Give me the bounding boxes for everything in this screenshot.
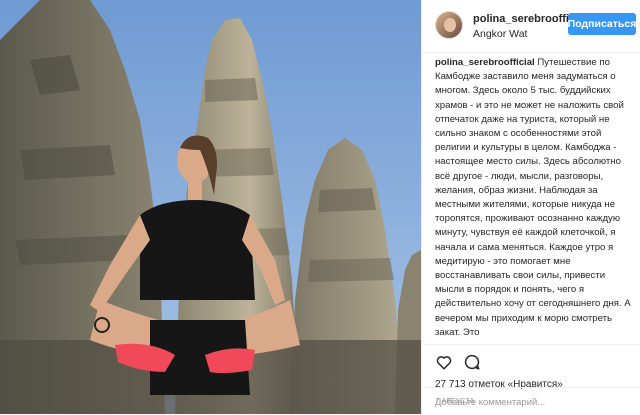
heart-icon[interactable] <box>435 353 453 371</box>
temple-photo-image <box>0 0 421 414</box>
post-caption: polina_serebroofficial Путешествие по Ка… <box>435 56 635 344</box>
comment-input[interactable] <box>435 394 625 410</box>
caption-text: Путешествие по Камбодже заставило меня з… <box>435 57 631 338</box>
comment-box <box>422 387 640 415</box>
location-link[interactable]: Angkor Wat <box>473 28 527 40</box>
caption-username-link[interactable]: polina_serebroofficial <box>435 57 535 68</box>
avatar[interactable] <box>435 11 463 39</box>
post-header: polina_serebrooffi Angkor Wat Подписатьс… <box>422 0 640 53</box>
username-link[interactable]: polina_serebrooffi <box>473 13 569 25</box>
follow-button[interactable]: Подписаться <box>568 13 636 35</box>
post-photo[interactable] <box>0 0 421 414</box>
comment-icon[interactable] <box>463 353 481 371</box>
post-sidebar: polina_serebrooffi Angkor Wat Подписатьс… <box>421 0 640 414</box>
